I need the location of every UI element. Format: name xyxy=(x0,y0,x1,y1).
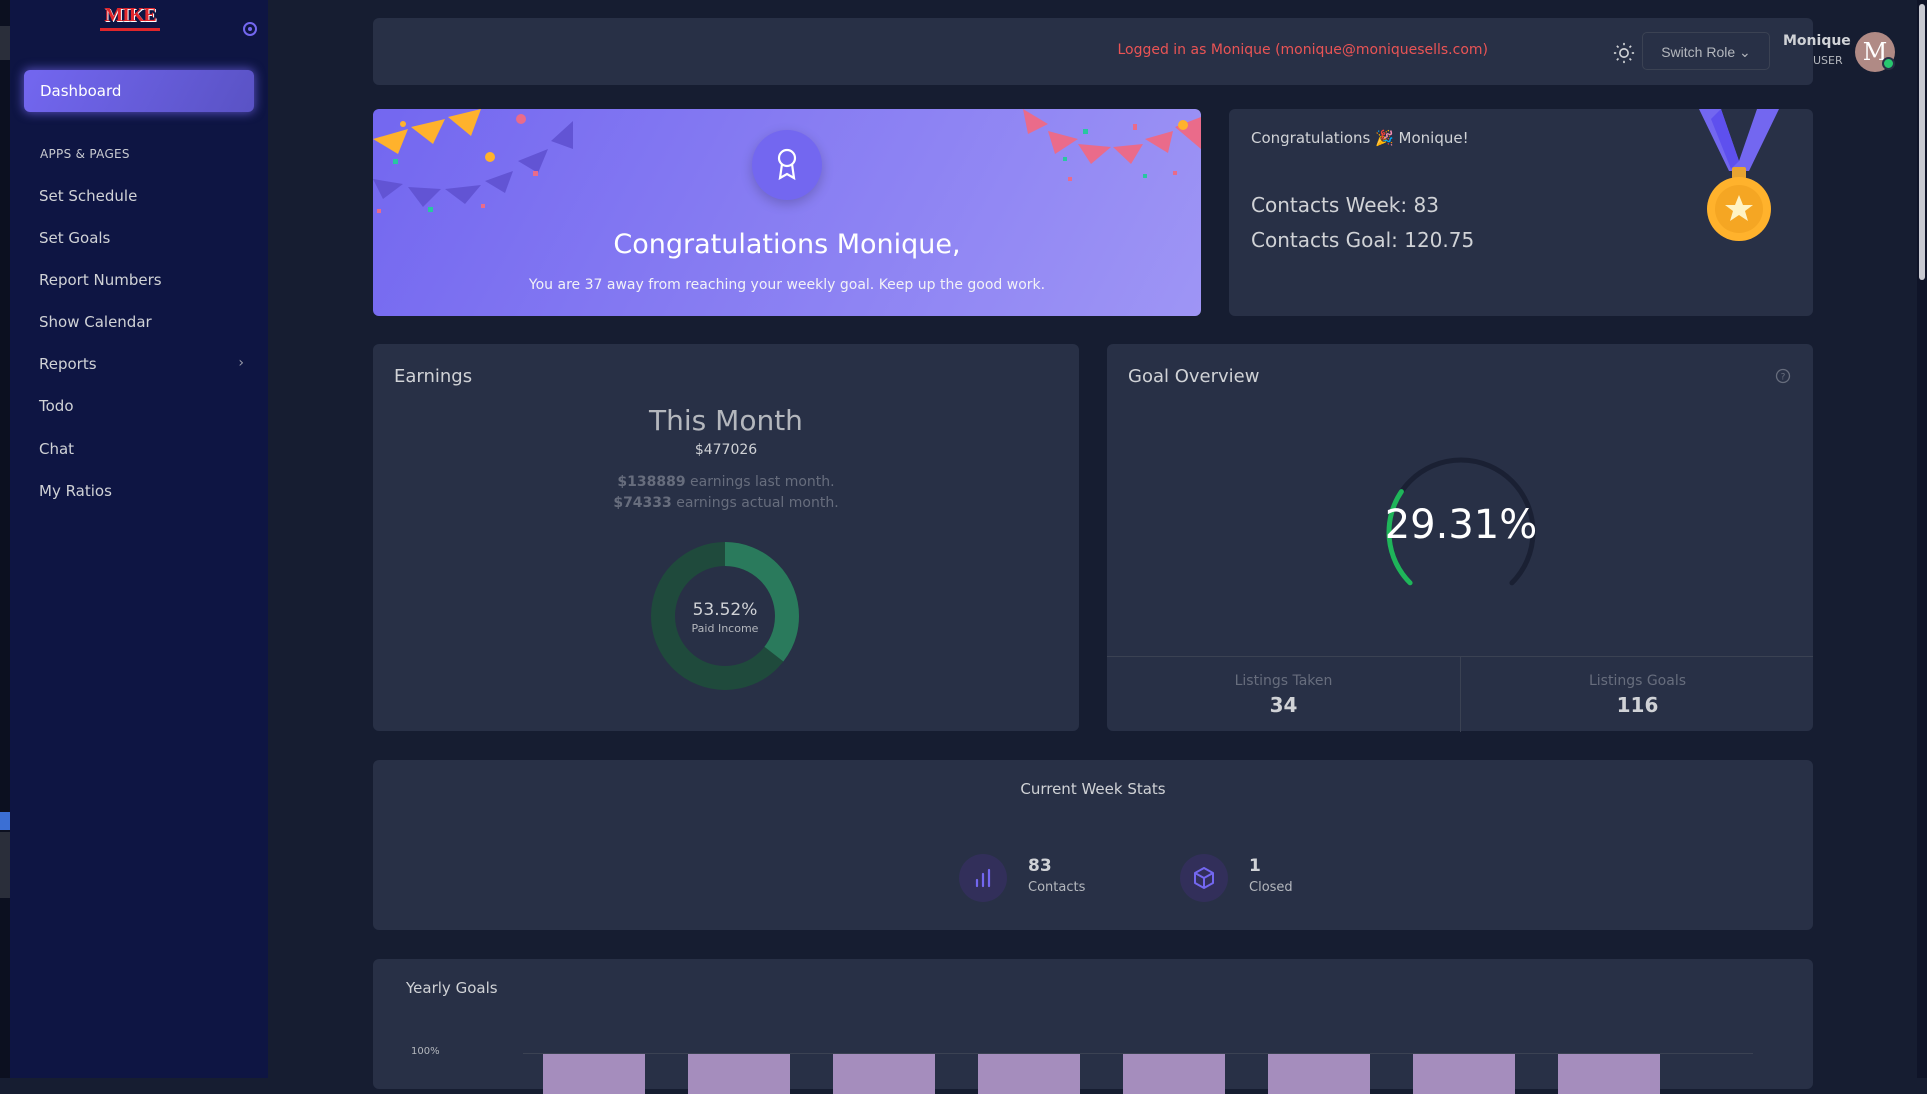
last-month-text: earnings last month. xyxy=(685,474,835,490)
sidebar-item-set-goals[interactable]: Set Goals xyxy=(39,229,254,247)
confetti-right-decoration xyxy=(1023,109,1201,181)
listings-goals: Listings Goals 116 xyxy=(1460,657,1814,732)
sidebar-item-my-ratios[interactable]: My Ratios xyxy=(39,482,254,500)
award-badge xyxy=(752,130,822,200)
goal-overview-title: Goal Overview xyxy=(1128,366,1260,387)
closed-value: 1 xyxy=(1249,856,1261,876)
week-stats-title: Current Week Stats xyxy=(1020,780,1166,798)
last-month-value: $138889 xyxy=(617,474,686,490)
avatar[interactable]: M xyxy=(1855,32,1895,72)
online-status-dot xyxy=(1882,57,1895,70)
sidebar-item-report-numbers[interactable]: Report Numbers xyxy=(39,271,254,289)
chevron-down-icon: ⌄ xyxy=(1739,44,1751,60)
sidebar-item-show-calendar[interactable]: Show Calendar xyxy=(39,313,254,331)
box-icon xyxy=(1180,854,1228,902)
chart-bar[interactable] xyxy=(1268,1054,1370,1094)
contacts-label: Contacts xyxy=(1028,880,1086,895)
donut-percent: 53.52% xyxy=(692,600,758,620)
sidebar-item-label: Report Numbers xyxy=(39,271,162,289)
brand-logo[interactable]: MIKE xyxy=(94,4,166,38)
actual-month-text: earnings actual month. xyxy=(671,495,839,511)
contacts-goal-text: Contacts Goal: 120.75 xyxy=(1251,228,1475,252)
contacts-value: 83 xyxy=(1028,856,1052,876)
banner-subtitle: You are 37 away from reaching your weekl… xyxy=(528,277,1046,293)
chevron-right-icon: › xyxy=(238,355,244,371)
sidebar-item-label: Reports xyxy=(39,355,97,373)
listings-goals-value: 116 xyxy=(1616,693,1659,717)
sidebar: MIKE Dashboard APPS & PAGES Set Schedule… xyxy=(10,0,268,1078)
sidebar-item-chat[interactable]: Chat xyxy=(39,440,254,458)
goal-percent: 29.31% xyxy=(1384,502,1538,548)
contacts-week-text: Contacts Week: 83 xyxy=(1251,193,1439,217)
chart-bar[interactable] xyxy=(833,1054,935,1094)
banner-title: Congratulations Monique, xyxy=(613,229,961,260)
edge-marker xyxy=(0,26,10,60)
earnings-title: Earnings xyxy=(394,366,473,387)
left-edge-strip xyxy=(0,0,10,1078)
earnings-amount: $477026 xyxy=(694,442,758,458)
chart-bar[interactable] xyxy=(688,1054,790,1094)
sidebar-item-label: Set Goals xyxy=(39,229,111,247)
listings-goals-label: Listings Goals xyxy=(1588,673,1687,689)
goal-overview-card: Goal Overview ? 29.31% Listings Taken 34… xyxy=(1107,344,1813,732)
yearly-goals-card: Yearly Goals 100% xyxy=(373,959,1813,1094)
goal-stats-row: Listings Taken 34 Listings Goals 116 xyxy=(1107,656,1813,732)
svg-text:?: ? xyxy=(1781,373,1786,383)
closed-label: Closed xyxy=(1249,880,1293,895)
sidebar-item-label: Show Calendar xyxy=(39,313,152,331)
medal-card: Congratulations 🎉 Monique! Contacts Week… xyxy=(1229,109,1813,316)
chart-bar[interactable] xyxy=(1558,1054,1660,1094)
y-axis-tick: 100% xyxy=(411,1046,440,1057)
donut-label: Paid Income xyxy=(691,622,759,635)
chart-bar[interactable] xyxy=(978,1054,1080,1094)
edge-marker-blue xyxy=(0,812,10,830)
switch-role-button[interactable]: Switch Role ⌄ xyxy=(1642,32,1770,70)
sidebar-item-label: Set Schedule xyxy=(39,187,138,205)
page-scrollbar[interactable] xyxy=(1917,0,1927,1078)
earnings-last-month: $138889 earnings last month. xyxy=(373,474,1079,490)
earnings-period-label: This Month xyxy=(649,404,803,437)
login-status-text: Logged in as Monique (monique@moniquesel… xyxy=(1117,42,1488,58)
help-circle-icon[interactable]: ? xyxy=(1775,368,1791,384)
sidebar-item-label: My Ratios xyxy=(39,482,112,500)
logo-text: MIKE xyxy=(104,4,157,26)
top-navbar: Logged in as Monique (monique@moniquesel… xyxy=(373,18,1895,85)
main-content: Logged in as Monique (monique@moniquesel… xyxy=(268,0,1927,1094)
edge-marker xyxy=(0,832,10,898)
chart-bar[interactable] xyxy=(1413,1054,1515,1094)
sidebar-section-header: APPS & PAGES xyxy=(40,147,130,161)
bar-chart-icon xyxy=(959,854,1007,902)
scrollbar-thumb[interactable] xyxy=(1919,4,1925,280)
medal-card-title: Congratulations 🎉 Monique! xyxy=(1251,129,1469,147)
yearly-goals-title: Yearly Goals xyxy=(406,979,498,997)
listings-taken-label: Listings Taken xyxy=(1234,673,1333,689)
earnings-card: Earnings This Month $477026 $138889 earn… xyxy=(373,344,1079,731)
medal-icon xyxy=(1699,109,1779,241)
earnings-actual-month: $74333 earnings actual month. xyxy=(373,495,1079,511)
logo-underline xyxy=(100,28,160,31)
listings-taken-value: 34 xyxy=(1269,693,1298,717)
sun-icon[interactable] xyxy=(1613,42,1635,64)
sidebar-item-dashboard[interactable]: Dashboard xyxy=(24,70,254,112)
chart-bar[interactable] xyxy=(543,1054,645,1094)
award-icon xyxy=(777,148,797,181)
sidebar-item-label: Chat xyxy=(39,440,75,458)
confetti-left-decoration xyxy=(373,109,573,213)
sidebar-item-reports[interactable]: Reports › xyxy=(39,355,254,373)
switch-role-label: Switch Role xyxy=(1661,44,1736,60)
actual-month-value: $74333 xyxy=(613,495,672,511)
congratulations-banner: Congratulations Monique, You are 37 away… xyxy=(373,109,1201,316)
sidebar-pin-icon[interactable] xyxy=(243,22,257,36)
user-role: USER xyxy=(1813,54,1843,67)
sidebar-item-set-schedule[interactable]: Set Schedule xyxy=(39,187,254,205)
sidebar-item-label: Todo xyxy=(39,397,74,415)
listings-taken: Listings Taken 34 xyxy=(1107,657,1460,732)
chart-bar[interactable] xyxy=(1123,1054,1225,1094)
current-week-stats-card: Current Week Stats 83 Contacts 1 Closed xyxy=(373,760,1813,930)
user-name[interactable]: Monique xyxy=(1783,33,1851,49)
sidebar-item-todo[interactable]: Todo xyxy=(39,397,254,415)
